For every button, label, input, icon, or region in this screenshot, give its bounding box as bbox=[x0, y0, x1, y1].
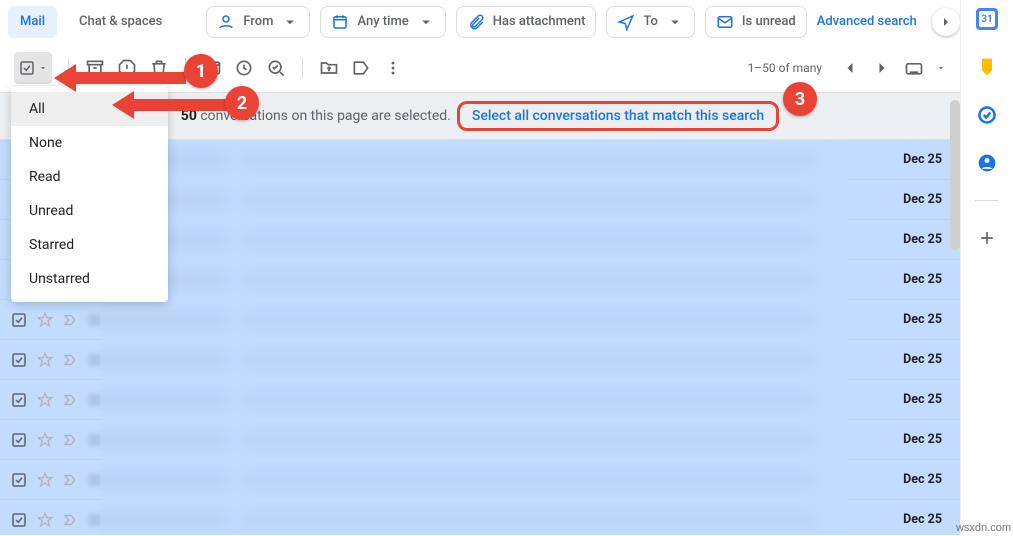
filter-attachment[interactable]: Has attachment bbox=[456, 6, 597, 38]
older-icon[interactable] bbox=[872, 58, 892, 78]
input-tool-icon[interactable] bbox=[904, 58, 924, 78]
row-date: Dec 25 bbox=[903, 432, 942, 447]
attachment-icon bbox=[467, 13, 485, 31]
star-icon[interactable] bbox=[36, 471, 54, 489]
dropdown-item-unread[interactable]: Unread bbox=[11, 194, 168, 228]
filter-bar: Mail Chat & spaces From Any time Has att… bbox=[0, 0, 960, 44]
row-checkbox-icon[interactable] bbox=[10, 351, 28, 369]
select-dropdown-button[interactable] bbox=[14, 52, 52, 84]
row-date: Dec 25 bbox=[903, 352, 942, 367]
importance-icon[interactable] bbox=[62, 351, 80, 369]
dropdown-item-unstarred[interactable]: Unstarred bbox=[11, 262, 168, 296]
message-row[interactable]: Dec 25 bbox=[0, 500, 960, 535]
star-icon[interactable] bbox=[36, 351, 54, 369]
filter-to[interactable]: To bbox=[606, 6, 694, 38]
caret-down-icon bbox=[936, 63, 946, 73]
importance-icon[interactable] bbox=[62, 511, 80, 529]
chevron-down-icon bbox=[666, 13, 684, 31]
move-to-icon[interactable] bbox=[319, 58, 339, 78]
message-row[interactable]: Dec 25 bbox=[0, 380, 960, 420]
calendar-app-icon[interactable]: 31 bbox=[976, 8, 998, 30]
importance-icon[interactable] bbox=[62, 311, 80, 329]
row-date: Dec 25 bbox=[903, 392, 942, 407]
labels-icon[interactable] bbox=[351, 58, 371, 78]
add-task-icon[interactable] bbox=[266, 58, 286, 78]
annotation-badge-2: 2 bbox=[225, 86, 259, 120]
page-range: 1–50 of many bbox=[748, 61, 822, 75]
chevron-down-icon bbox=[417, 13, 435, 31]
annotation-arrow-1 bbox=[54, 64, 186, 92]
filter-unread[interactable]: Is unread bbox=[705, 6, 807, 38]
message-row[interactable]: Dec 25 bbox=[0, 420, 960, 460]
tab-chat[interactable]: Chat & spaces bbox=[67, 6, 174, 38]
dropdown-item-none[interactable]: None bbox=[11, 126, 168, 160]
mail-icon bbox=[716, 13, 734, 31]
importance-icon[interactable] bbox=[62, 431, 80, 449]
tasks-app-icon[interactable] bbox=[976, 104, 998, 126]
keep-app-icon[interactable] bbox=[976, 56, 998, 78]
star-icon[interactable] bbox=[36, 311, 54, 329]
person-icon bbox=[217, 13, 235, 31]
filter-from[interactable]: From bbox=[206, 6, 310, 38]
dropdown-item-read[interactable]: Read bbox=[11, 160, 168, 194]
row-checkbox-icon[interactable] bbox=[10, 311, 28, 329]
filter-scroll-right[interactable] bbox=[932, 8, 960, 36]
filter-anytime[interactable]: Any time bbox=[320, 6, 445, 38]
row-date: Dec 25 bbox=[903, 472, 942, 487]
row-checkbox-icon[interactable] bbox=[10, 511, 28, 529]
message-row[interactable]: Dec 25 bbox=[0, 460, 960, 500]
star-icon[interactable] bbox=[36, 511, 54, 529]
message-row[interactable]: Dec 25 bbox=[0, 340, 960, 380]
more-icon[interactable] bbox=[383, 58, 403, 78]
annotation-badge-1: 1 bbox=[184, 54, 218, 88]
row-date: Dec 25 bbox=[903, 232, 942, 247]
row-date: Dec 25 bbox=[903, 312, 942, 327]
watermark: wsxdn.com bbox=[956, 522, 1011, 534]
annotation-arrow-2 bbox=[112, 91, 228, 119]
star-icon[interactable] bbox=[36, 431, 54, 449]
star-icon[interactable] bbox=[36, 391, 54, 409]
tab-mail[interactable]: Mail bbox=[8, 6, 57, 38]
advanced-search-link[interactable]: Advanced search bbox=[817, 14, 917, 29]
send-icon bbox=[617, 13, 635, 31]
row-checkbox-icon[interactable] bbox=[10, 431, 28, 449]
chevron-down-icon bbox=[281, 13, 299, 31]
snooze-icon[interactable] bbox=[234, 58, 254, 78]
importance-icon[interactable] bbox=[62, 471, 80, 489]
add-app-icon[interactable] bbox=[976, 227, 998, 249]
importance-icon[interactable] bbox=[62, 391, 80, 409]
row-checkbox-icon[interactable] bbox=[10, 471, 28, 489]
message-row[interactable]: Dec 25 bbox=[0, 300, 960, 340]
calendar-icon bbox=[331, 13, 349, 31]
contacts-app-icon[interactable] bbox=[976, 152, 998, 174]
side-panel: 31 bbox=[960, 0, 1013, 536]
row-date: Dec 25 bbox=[903, 272, 942, 287]
row-date: Dec 25 bbox=[903, 512, 942, 527]
row-checkbox-icon[interactable] bbox=[10, 391, 28, 409]
annotation-badge-3: 3 bbox=[783, 82, 817, 116]
caret-down-icon bbox=[38, 63, 48, 73]
checkbox-checked-icon bbox=[18, 59, 36, 77]
row-date: Dec 25 bbox=[903, 152, 942, 167]
newer-icon[interactable] bbox=[840, 58, 860, 78]
chevron-right-icon bbox=[938, 14, 954, 30]
row-date: Dec 25 bbox=[903, 192, 942, 207]
dropdown-item-starred[interactable]: Starred bbox=[11, 228, 168, 262]
scrollbar[interactable] bbox=[950, 100, 960, 250]
select-all-link[interactable]: Select all conversations that match this… bbox=[472, 108, 764, 124]
